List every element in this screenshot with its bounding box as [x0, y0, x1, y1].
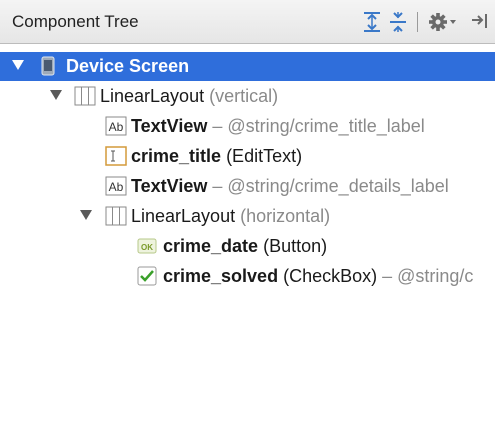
- linear-layout-icon: [74, 86, 96, 106]
- component-detail: (Button): [263, 236, 328, 256]
- expand-arrow-icon[interactable]: [50, 90, 62, 100]
- tree-item-linearlayout-vertical[interactable]: LinearLayout (vertical): [0, 82, 495, 111]
- collapse-all-icon[interactable]: [389, 10, 407, 34]
- tree-item-textview-details[interactable]: Ab TextView – @string/crime_details_labe…: [0, 172, 495, 201]
- textview-icon: Ab: [105, 176, 127, 196]
- panel-header: Component Tree: [0, 0, 495, 44]
- tree-item-linearlayout-horizontal[interactable]: LinearLayout (horizontal): [0, 202, 495, 231]
- svg-text:Ab: Ab: [109, 180, 124, 194]
- tree-item-device-screen[interactable]: Device Screen: [0, 52, 495, 81]
- tree-item-textview-title[interactable]: Ab TextView – @string/crime_title_label: [0, 112, 495, 141]
- textview-icon: Ab: [105, 116, 127, 136]
- phone-icon: [41, 56, 55, 76]
- separator-dash: –: [207, 176, 228, 196]
- linear-layout-icon: [105, 206, 127, 226]
- toolbar-separator: [417, 12, 418, 32]
- tree-item-label: Device Screen: [66, 56, 190, 76]
- tree-empty-area[interactable]: [0, 282, 495, 422]
- panel-title: Component Tree: [12, 12, 139, 31]
- component-name: TextView: [131, 116, 208, 136]
- separator-dash: –: [207, 116, 228, 136]
- expand-arrow-icon[interactable]: [12, 60, 24, 70]
- expand-all-icon[interactable]: [363, 10, 381, 34]
- svg-text:Ab: Ab: [109, 120, 124, 134]
- component-detail: (EditText): [226, 146, 303, 166]
- button-icon: OK: [137, 238, 157, 254]
- component-detail: @string/crime_details_label: [227, 176, 449, 196]
- gear-icon[interactable]: [428, 10, 458, 34]
- component-detail: (horizontal): [240, 206, 331, 226]
- component-name: LinearLayout: [100, 86, 205, 106]
- component-name: crime_title: [131, 146, 222, 166]
- component-name: TextView: [131, 176, 208, 196]
- tree-item-crime-date[interactable]: OK crime_date (Button): [0, 232, 495, 261]
- component-tree-panel: Component Tree Device Screen LinearLayou…: [0, 0, 495, 422]
- edittext-icon: [105, 146, 127, 166]
- svg-text:OK: OK: [141, 243, 153, 252]
- expand-arrow-icon[interactable]: [80, 210, 92, 220]
- component-name: crime_date: [163, 236, 259, 256]
- tree-item-crime-title[interactable]: crime_title (EditText): [0, 142, 495, 171]
- component-name: LinearLayout: [131, 206, 236, 226]
- component-detail: (vertical): [209, 86, 279, 106]
- component-detail: @string/crime_title_label: [227, 116, 425, 136]
- hide-panel-icon[interactable]: [470, 10, 492, 34]
